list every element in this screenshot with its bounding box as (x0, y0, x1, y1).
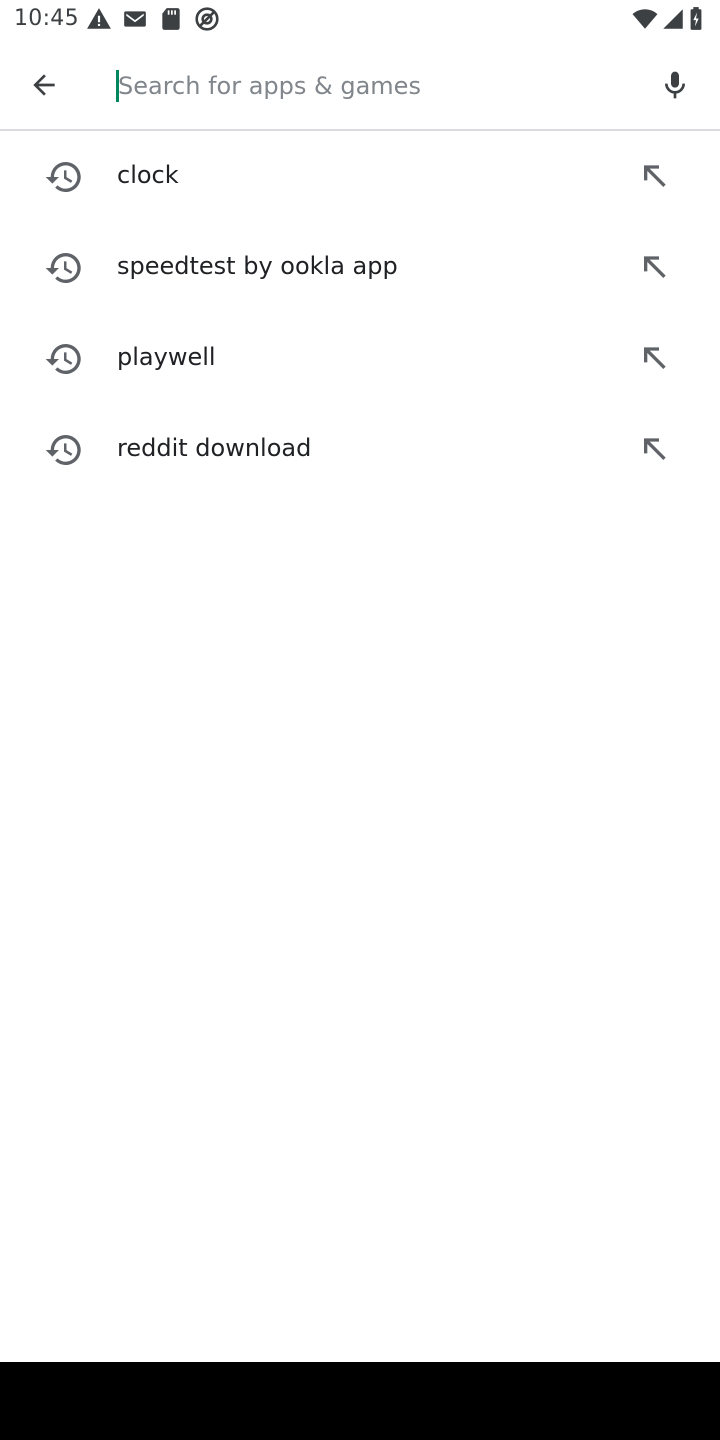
fill-query-arrow-icon[interactable] (634, 157, 674, 197)
sd-card-icon (158, 6, 184, 32)
suggestion-list: clock speedtest by ookla app playwell re… (0, 131, 720, 495)
battery-icon (686, 6, 706, 32)
list-item[interactable]: playwell (0, 313, 720, 404)
fill-query-arrow-icon[interactable] (634, 430, 674, 470)
warning-icon (86, 6, 112, 32)
wifi-icon (632, 6, 658, 32)
fill-query-arrow-icon[interactable] (634, 339, 674, 379)
list-item[interactable]: speedtest by ookla app (0, 222, 720, 313)
fill-query-arrow-icon[interactable] (634, 248, 674, 288)
suggestion-label: clock (117, 161, 179, 189)
history-icon (44, 339, 84, 379)
cellular-signal-icon (660, 6, 686, 32)
system-navigation-bar (0, 1362, 720, 1440)
gmail-icon (122, 6, 148, 32)
back-button[interactable] (14, 60, 74, 110)
search-bar (0, 40, 720, 130)
suggestion-label: reddit download (117, 434, 312, 462)
status-bar: 10:45 (0, 0, 720, 40)
voice-search-button[interactable] (650, 60, 700, 110)
history-icon (44, 430, 84, 470)
suggestion-label: speedtest by ookla app (117, 252, 398, 280)
suggestion-label: playwell (117, 343, 216, 371)
text-cursor (116, 70, 119, 102)
list-item[interactable]: reddit download (0, 404, 720, 495)
status-time: 10:45 (14, 6, 79, 31)
microphone-icon (665, 71, 685, 99)
history-icon (44, 157, 84, 197)
at-sign-icon (194, 6, 220, 32)
search-input[interactable] (118, 62, 598, 110)
list-item[interactable]: clock (0, 131, 720, 222)
arrow-back-icon (33, 74, 55, 96)
history-icon (44, 248, 84, 288)
